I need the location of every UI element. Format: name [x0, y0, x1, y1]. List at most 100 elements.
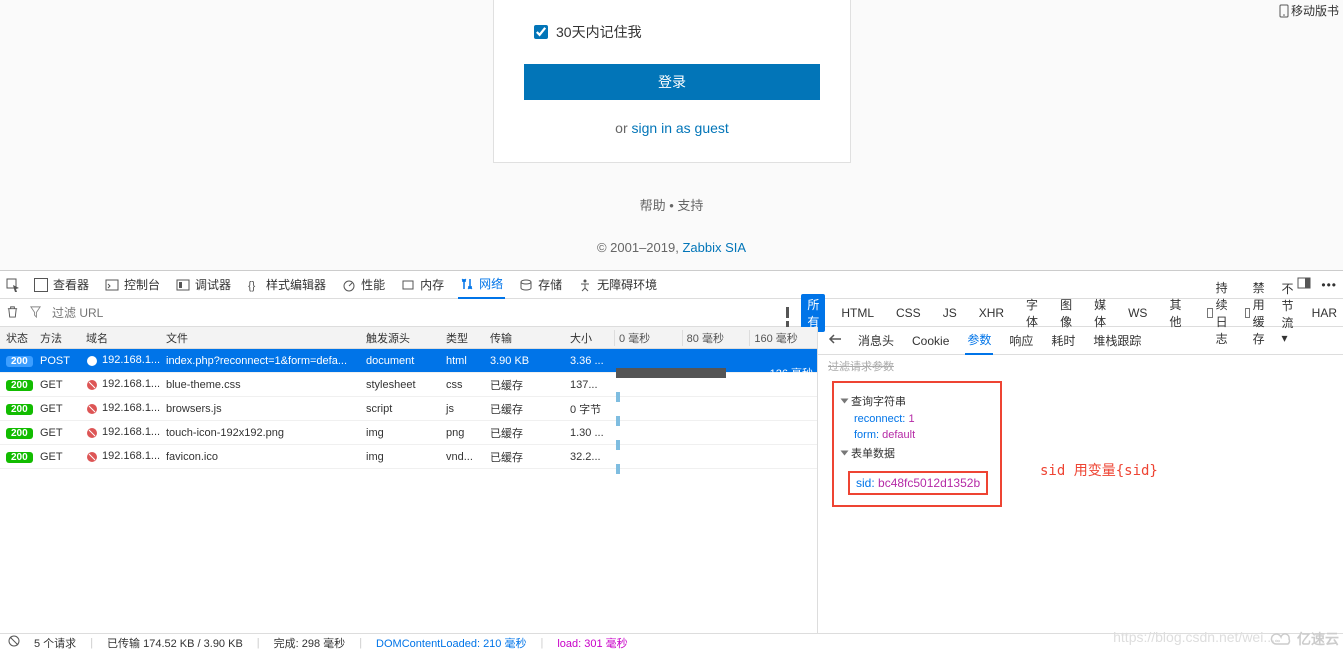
console-icon — [105, 278, 119, 292]
mobile-version-link[interactable]: 移动版书 — [1279, 2, 1339, 19]
login-button[interactable]: 登录 — [524, 64, 820, 100]
form-data-section[interactable]: 表单数据 — [842, 445, 992, 461]
copyright: © 2001–2019, Zabbix SIA — [0, 240, 1343, 255]
tab-style-editor[interactable]: {}样式编辑器 — [245, 271, 328, 299]
param-reconnect: reconnect: 1 — [854, 413, 992, 425]
more-icon[interactable]: ••• — [1321, 278, 1337, 292]
detail-filter-line: 过滤请求参数 — [818, 355, 1343, 377]
filter-icon[interactable] — [29, 305, 42, 321]
style-editor-icon: {} — [247, 278, 261, 292]
table-header: 状态 方法 域名 文件 触发源头 类型 传输 大小 0 毫秒 80 毫秒 160… — [0, 327, 817, 349]
pill-ws[interactable]: WS — [1122, 304, 1153, 322]
remember-checkbox[interactable] — [534, 25, 548, 39]
network-icon — [460, 277, 474, 291]
tab-storage[interactable]: 存储 — [517, 271, 564, 299]
devtools-panel: 查看器 控制台 调试器 {}样式编辑器 性能 内存 网络 存储 无障碍环境 ••… — [0, 270, 1343, 633]
tab-debugger-label: 调试器 — [195, 276, 231, 293]
col-size[interactable]: 大小 — [570, 330, 614, 346]
dtab-cookie[interactable]: Cookie — [910, 327, 951, 355]
clear-icon[interactable] — [6, 305, 19, 321]
pause-icon[interactable] — [786, 307, 791, 319]
table-row[interactable]: 200GET192.168.1...browsers.jsscriptjs已缓存… — [0, 397, 817, 421]
col-transfer[interactable]: 传输 — [490, 330, 570, 346]
status-dcl: DOMContentLoaded: 210 毫秒 — [376, 635, 526, 651]
devtools-toolbar: 查看器 控制台 调试器 {}样式编辑器 性能 内存 网络 存储 无障碍环境 ••… — [0, 271, 1343, 299]
copyright-text: © 2001–2019, — [597, 240, 682, 255]
col-method[interactable]: 方法 — [40, 330, 86, 346]
inspector-icon — [34, 278, 48, 292]
tab-debugger[interactable]: 调试器 — [174, 271, 233, 299]
tab-network[interactable]: 网络 — [458, 271, 505, 299]
col-type[interactable]: 类型 — [446, 330, 490, 346]
tab-inspector-label: 查看器 — [53, 276, 89, 293]
guest-link[interactable]: sign in as guest — [632, 120, 729, 136]
tab-inspector[interactable]: 查看器 — [32, 271, 91, 299]
col-file[interactable]: 文件 — [166, 330, 366, 346]
toolbar-right: ••• — [1297, 276, 1337, 293]
pill-js[interactable]: JS — [937, 304, 963, 322]
pill-media[interactable]: 媒体 — [1088, 294, 1112, 332]
memory-icon — [401, 278, 415, 292]
tab-console[interactable]: 控制台 — [103, 271, 162, 299]
svg-text:∞: ∞ — [1275, 638, 1280, 645]
tab-console-label: 控制台 — [124, 276, 160, 293]
timeline-tick-1: 80 毫秒 — [682, 330, 750, 346]
storage-icon — [519, 278, 533, 292]
formdata-title: 表单数据 — [851, 445, 895, 461]
cloud-icon: ∞ — [1269, 630, 1295, 648]
dtab-response[interactable]: 响应 — [1007, 327, 1035, 355]
col-cause[interactable]: 触发源头 — [366, 330, 446, 346]
pill-css[interactable]: CSS — [890, 304, 927, 322]
tab-accessibility[interactable]: 无障碍环境 — [576, 271, 659, 299]
col-timeline[interactable]: 0 毫秒 80 毫秒 160 毫秒 — [614, 330, 817, 346]
tab-memory-label: 内存 — [420, 276, 444, 293]
params-box: 查询字符串 reconnect: 1 form: default 表单数据 si… — [832, 381, 1002, 507]
company-link[interactable]: Zabbix SIA — [682, 240, 746, 255]
mobile-icon — [1279, 4, 1289, 18]
support-link[interactable]: 支持 — [677, 198, 703, 213]
status-requests: 5 个请求 — [34, 635, 76, 651]
devtools-body: 状态 方法 域名 文件 触发源头 类型 传输 大小 0 毫秒 80 毫秒 160… — [0, 327, 1343, 633]
or-text: or — [615, 120, 631, 136]
sid-box: sid: bc48fc5012d1352b — [848, 471, 988, 495]
pick-element-icon[interactable] — [6, 278, 20, 292]
table-row[interactable]: 200GET192.168.1...favicon.icoimgvnd...已缓… — [0, 445, 817, 469]
dtab-headers[interactable]: 消息头 — [856, 327, 896, 355]
status-load: load: 301 毫秒 — [557, 635, 627, 651]
pill-html[interactable]: HTML — [835, 304, 880, 322]
remember-row: 30天内记住我 — [534, 22, 820, 42]
pill-xhr[interactable]: XHR — [973, 304, 1010, 322]
remember-label: 30天内记住我 — [556, 22, 642, 42]
dtab-params[interactable]: 参数 — [965, 327, 993, 355]
filter-input[interactable] — [52, 306, 252, 320]
pill-images[interactable]: 图像 — [1054, 294, 1078, 332]
pill-all[interactable]: 所有 — [801, 294, 825, 332]
timeline-tick-2: 160 毫秒 — [749, 330, 817, 346]
status-done: 完成: 298 毫秒 — [274, 635, 346, 651]
pill-fonts[interactable]: 字体 — [1020, 294, 1044, 332]
help-link[interactable]: 帮助 — [640, 198, 666, 213]
detail-tabs: 消息头 Cookie 参数 响应 耗时 堆栈跟踪 — [818, 327, 1343, 355]
detail-back-icon[interactable] — [828, 333, 842, 348]
col-domain[interactable]: 域名 — [86, 330, 166, 346]
status-transferred: 已传输 174.52 KB / 3.90 KB — [107, 635, 243, 651]
guest-row: or sign in as guest — [524, 120, 820, 136]
dtab-timing[interactable]: 耗时 — [1049, 327, 1077, 355]
triangle-icon — [841, 451, 849, 456]
tab-performance[interactable]: 性能 — [340, 271, 387, 299]
col-status[interactable]: 状态 — [0, 330, 40, 346]
stop-icon[interactable] — [8, 635, 20, 650]
query-string-section[interactable]: 查询字符串 — [842, 393, 992, 409]
har-menu[interactable]: HAR — [1312, 306, 1337, 320]
pill-other[interactable]: 其他 — [1163, 294, 1187, 332]
performance-icon — [342, 278, 356, 292]
table-row[interactable]: 200POST192.168.1...index.php?reconnect=1… — [0, 349, 817, 373]
tab-network-label: 网络 — [479, 275, 503, 292]
tab-performance-label: 性能 — [361, 276, 385, 293]
svg-text:{}: {} — [248, 280, 256, 292]
tab-memory[interactable]: 内存 — [399, 271, 446, 299]
table-row[interactable]: 200GET192.168.1...touch-icon-192x192.png… — [0, 421, 817, 445]
dtab-stack[interactable]: 堆栈跟踪 — [1091, 327, 1143, 355]
debugger-icon — [176, 278, 190, 292]
tab-storage-label: 存储 — [538, 276, 562, 293]
